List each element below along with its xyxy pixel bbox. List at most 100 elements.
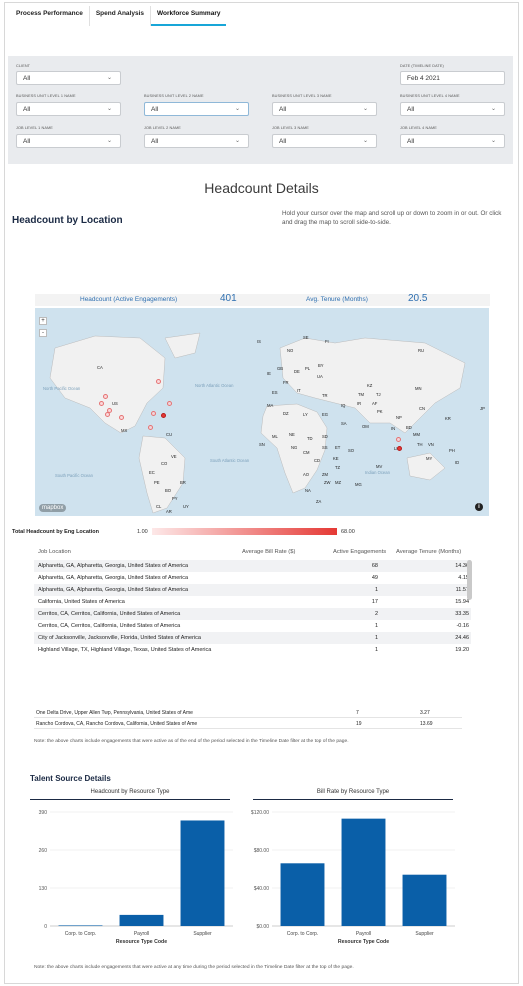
- location-marker[interactable]: [167, 401, 172, 406]
- cell-tenure: 14.36: [455, 563, 469, 569]
- chevron-down-icon: ⌄: [490, 106, 496, 112]
- location-marker[interactable]: [156, 379, 161, 384]
- job2-dropdown[interactable]: All ⌄: [144, 134, 249, 148]
- location-map[interactable]: + - North Pacific Ocean North Atlantic O…: [35, 308, 489, 516]
- headcount-details-title: Headcount Details: [204, 180, 319, 196]
- country-label: IT: [297, 388, 301, 393]
- job3-dropdown[interactable]: All ⌄: [272, 134, 377, 148]
- filter-label-job1: JOB LEVEL 1 NAME: [16, 126, 53, 130]
- location-marker[interactable]: [396, 437, 401, 442]
- tenure-kpi-label: Avg. Tenure (Months): [306, 296, 368, 303]
- job1-dropdown[interactable]: All ⌄: [16, 134, 121, 148]
- cell-engagements: 1: [374, 587, 378, 593]
- location-marker[interactable]: [103, 394, 108, 399]
- ocean-label: North Atlantic Ocean: [195, 383, 234, 388]
- country-label: ID: [455, 460, 460, 465]
- country-label: SD: [322, 434, 328, 439]
- bu2-value: All: [151, 106, 159, 113]
- column-header-bill-rate[interactable]: Average Bill Rate ($): [242, 549, 295, 555]
- location-marker[interactable]: [99, 401, 104, 406]
- table-row[interactable]: Alpharetta, GA, Alpharetta, Georgia, Uni…: [34, 572, 471, 584]
- table-row[interactable]: Cerritos, CA, Cerritos, California, Unit…: [34, 608, 471, 620]
- table-scrollbar[interactable]: [467, 560, 472, 600]
- country-label: FI: [325, 339, 329, 344]
- chart-title-rule: [30, 799, 230, 800]
- headcount-kpi-label: Headcount (Active Engagements): [80, 296, 178, 303]
- location-marker[interactable]: [161, 413, 166, 418]
- bu1-dropdown[interactable]: All ⌄: [16, 102, 121, 116]
- mapbox-logo[interactable]: mapbox: [39, 504, 67, 512]
- country-label: CO: [161, 461, 168, 466]
- country-label: NE: [289, 432, 295, 437]
- location-marker[interactable]: [105, 412, 110, 417]
- tab-process-performance[interactable]: Process Performance: [10, 6, 90, 26]
- country-label: ZW: [324, 480, 331, 485]
- table-row[interactable]: Cerritos, CA, Cerritos, California, Unit…: [34, 620, 471, 632]
- country-label: NG: [291, 445, 298, 450]
- bu3-value: All: [279, 106, 287, 113]
- country-label: EC: [149, 470, 155, 475]
- cell-engagements: 49: [371, 575, 378, 581]
- country-label: KE: [333, 456, 339, 461]
- country-label: MX: [121, 428, 128, 433]
- country-label: PL: [305, 366, 311, 371]
- billrate-chart-title: Bill Rate by Resource Type: [316, 789, 390, 795]
- location-marker[interactable]: [151, 411, 156, 416]
- x-axis-title: Resource Type Code: [338, 939, 389, 945]
- job1-value: All: [23, 138, 31, 145]
- table-row[interactable]: Rancho Cordova, CA, Rancho Cordova, Cali…: [34, 719, 462, 729]
- tab-workforce-summary[interactable]: Workforce Summary: [151, 6, 227, 26]
- zoom-out-button[interactable]: -: [39, 329, 47, 337]
- legend-max: 68.00: [341, 529, 355, 535]
- map-hint-text: Hold your cursor over the map and scroll…: [282, 210, 502, 226]
- bu2-dropdown[interactable]: All ⌄: [144, 102, 249, 116]
- tab-spend-analysis[interactable]: Spend Analysis: [90, 6, 152, 26]
- country-label: BD: [406, 425, 412, 430]
- country-label: UY: [183, 504, 189, 509]
- country-label: GB: [277, 366, 284, 371]
- cell-location: Alpharetta, GA, Alpharetta, Georgia, Uni…: [38, 587, 189, 593]
- location-marker[interactable]: [148, 425, 153, 430]
- bu4-dropdown[interactable]: All ⌄: [400, 102, 505, 116]
- country-label: SS: [322, 445, 328, 450]
- location-marker[interactable]: [397, 446, 402, 451]
- bar: [402, 874, 447, 926]
- cell-location: Alpharetta, GA, Alpharetta, Georgia, Uni…: [38, 575, 189, 581]
- client-dropdown[interactable]: All ⌄: [16, 71, 121, 85]
- bu3-dropdown[interactable]: All ⌄: [272, 102, 377, 116]
- date-dropdown[interactable]: Feb 4 2021: [400, 71, 505, 85]
- location-marker[interactable]: [119, 415, 124, 420]
- info-icon[interactable]: i: [475, 503, 483, 511]
- column-header-tenure[interactable]: Average Tenure (Months): [396, 549, 461, 555]
- y-tick-label: 260: [39, 848, 48, 854]
- headcount-chart-title: Headcount by Resource Type: [90, 789, 170, 795]
- table-row[interactable]: Highland Village, TX, Highland Village, …: [34, 644, 471, 656]
- column-header-location[interactable]: Job Location: [38, 549, 71, 555]
- table-row[interactable]: Alpharetta, GA, Alpharetta, Georgia, Uni…: [34, 584, 471, 596]
- cell-tenure: 13.69: [420, 721, 433, 727]
- client-value: All: [23, 75, 31, 82]
- bar: [280, 863, 325, 926]
- bar: [180, 820, 225, 926]
- country-label: JP: [480, 406, 485, 411]
- table-row[interactable]: Alpharetta, GA, Alpharetta, Georgia, Uni…: [34, 560, 471, 572]
- filter-label-bu4: BUSINESS UNIT LEVEL 4 NAME: [400, 94, 460, 98]
- country-label: DZ: [283, 411, 289, 416]
- filter-label-job3: JOB LEVEL 3 NAME: [272, 126, 309, 130]
- country-label: KZ: [367, 383, 373, 388]
- column-header-engagements[interactable]: Active Engagements: [333, 549, 386, 555]
- cell-tenure: 3.27: [420, 710, 430, 716]
- talent-note: Note: the above charts include engagemen…: [34, 965, 354, 970]
- bar: [119, 914, 164, 926]
- zoom-in-button[interactable]: +: [39, 317, 47, 325]
- table-row[interactable]: California, United States of America 17 15…: [34, 596, 471, 608]
- y-tick-label: 130: [39, 886, 48, 892]
- table-row[interactable]: City of Jacksonville, Jacksonville, Flor…: [34, 632, 471, 644]
- table-row[interactable]: One Delta Drive, Upper Allen Twp, Pennsy…: [34, 708, 462, 718]
- job4-dropdown[interactable]: All ⌄: [400, 134, 505, 148]
- country-label: ML: [272, 434, 278, 439]
- cell-engagements: 68: [371, 563, 378, 569]
- country-label: PK: [377, 409, 383, 414]
- world-map-land: [49, 332, 466, 514]
- chevron-down-icon: ⌄: [362, 138, 368, 144]
